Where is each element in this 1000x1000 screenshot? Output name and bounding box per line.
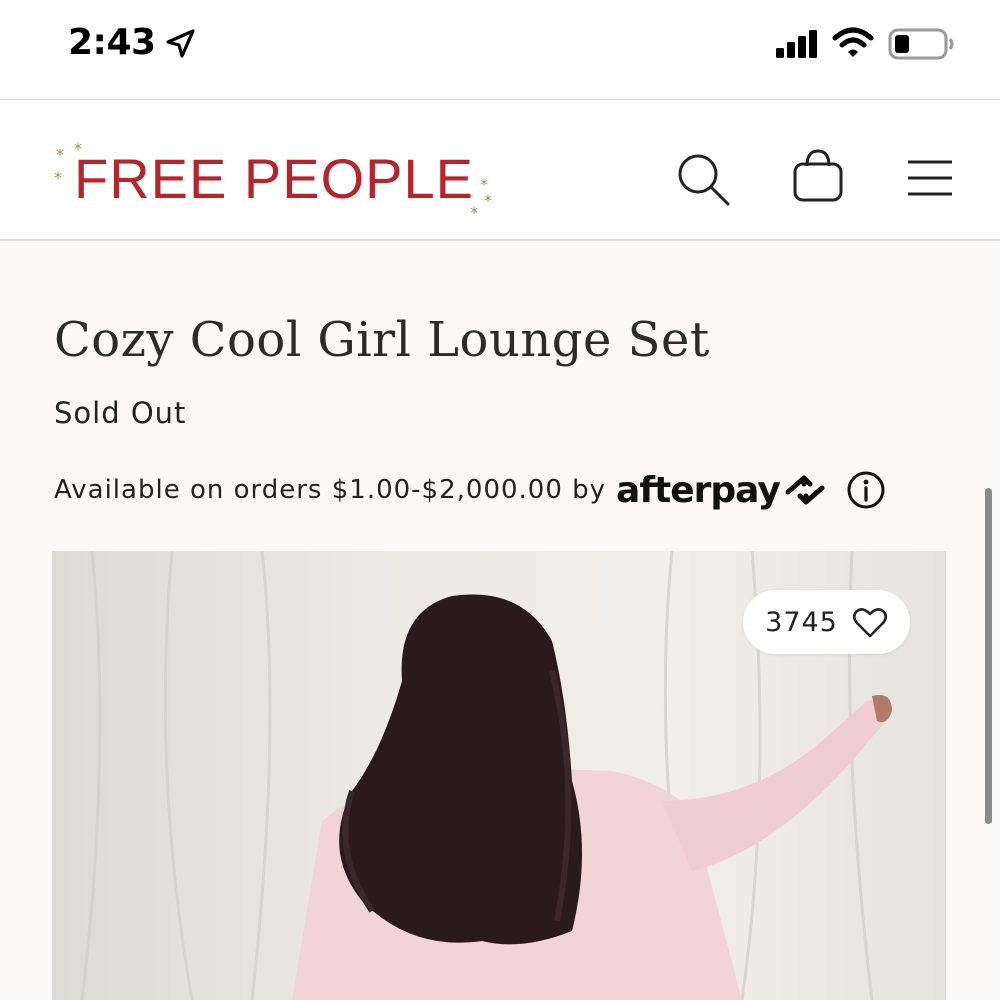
status-time: 2:43 xyxy=(68,22,156,63)
product-title: Cozy Cool Girl Lounge Set xyxy=(54,312,710,368)
like-count: 3745 xyxy=(765,606,838,638)
svg-text:*: * xyxy=(54,168,62,187)
afterpay-row: Available on orders $1.00-$2,000.00 by a… xyxy=(54,466,886,514)
wifi-icon xyxy=(832,27,874,57)
svg-text:*: * xyxy=(484,191,492,210)
afterpay-arrows-icon xyxy=(785,475,825,505)
afterpay-logo: afterpay xyxy=(616,469,781,511)
location-arrow-icon xyxy=(166,29,195,58)
stock-status: Sold Out xyxy=(54,396,187,430)
logo-text: FREE PEOPLE xyxy=(74,147,475,210)
hamburger-menu-icon[interactable] xyxy=(904,156,956,200)
battery-icon xyxy=(888,28,954,60)
status-bar: 2:43 xyxy=(0,0,1000,100)
scrollbar[interactable] xyxy=(985,488,992,824)
info-icon[interactable] xyxy=(846,470,886,510)
cellular-signal-icon xyxy=(776,30,817,58)
afterpay-availability-text: Available on orders $1.00-$2,000.00 by xyxy=(54,475,607,505)
like-button[interactable]: 3745 xyxy=(743,590,910,654)
svg-text:*: * xyxy=(56,145,64,164)
shopping-bag-icon[interactable] xyxy=(788,146,848,206)
search-icon[interactable] xyxy=(674,150,734,210)
heart-icon xyxy=(852,608,887,638)
